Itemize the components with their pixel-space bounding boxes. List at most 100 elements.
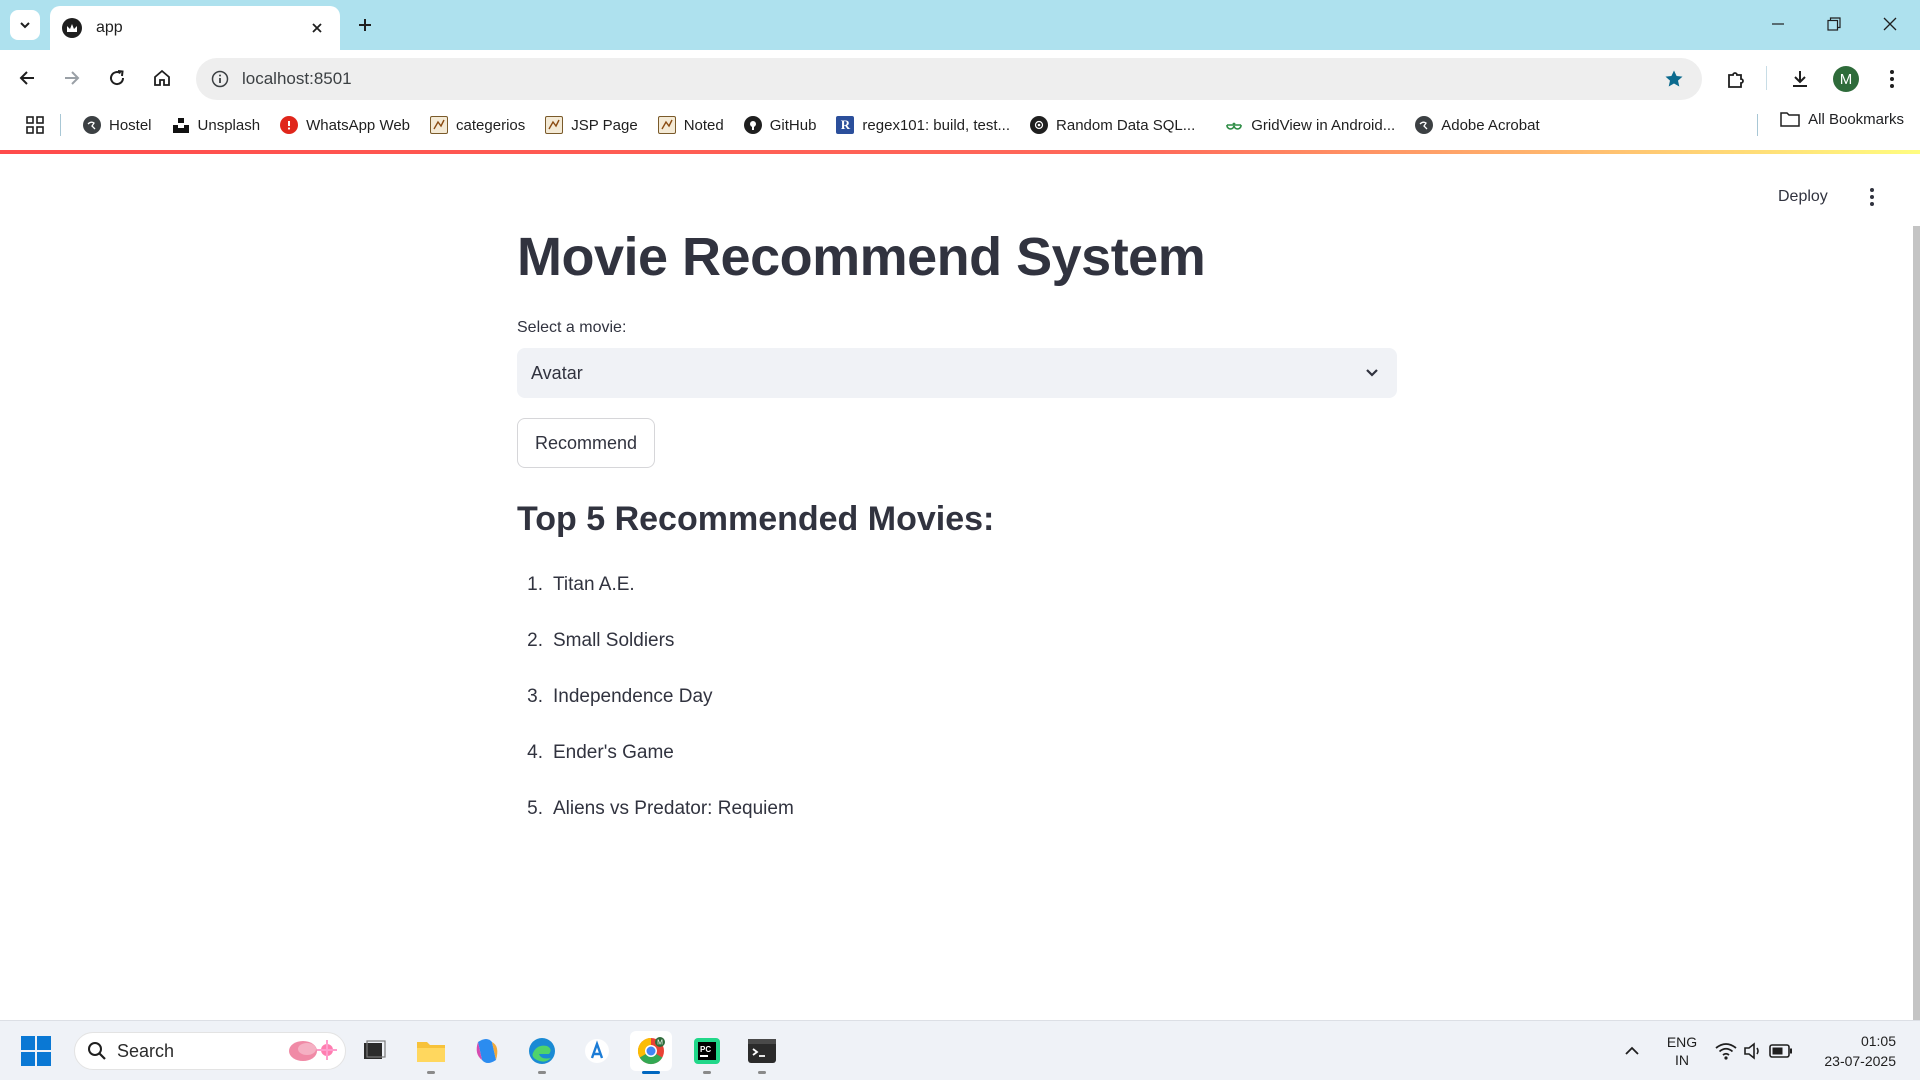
- movie-title: Independence Day: [553, 686, 713, 707]
- site-info-icon[interactable]: [200, 58, 240, 100]
- taskbar-search[interactable]: Search: [74, 1032, 346, 1070]
- avatar: M: [1833, 66, 1859, 92]
- bookmark-label: WhatsApp Web: [306, 116, 411, 134]
- list-item: 3. Independence Day: [517, 669, 1397, 725]
- edge-icon: [529, 1038, 555, 1064]
- search-highlight-icon: [289, 1040, 337, 1061]
- bookmark-categerios[interactable]: categerios: [420, 110, 535, 140]
- bookmark-github[interactable]: GitHub: [734, 110, 827, 140]
- list-item-number: 3.: [527, 686, 543, 707]
- app-menu-button[interactable]: [1860, 182, 1884, 212]
- bookmark-adobe-acrobat[interactable]: Adobe Acrobat: [1405, 110, 1549, 140]
- bookmark-gridview-android[interactable]: GridView in Android...: [1215, 110, 1405, 140]
- taskbar-file-explorer[interactable]: [410, 1031, 452, 1074]
- taskbar-task-view[interactable]: [353, 1031, 395, 1071]
- input-language[interactable]: ENG IN: [1664, 1033, 1700, 1069]
- selected-movie: Avatar: [531, 362, 583, 383]
- taskbar-copilot[interactable]: [466, 1031, 508, 1071]
- recommendation-list: 1. Titan A.E. 2. Small Soldiers 3. Independ…: [517, 557, 1397, 837]
- svg-text:PC: PC: [700, 1045, 711, 1054]
- chevron-down-icon: [20, 22, 30, 29]
- jsp-page-icon: [545, 116, 564, 134]
- app-scrollbar[interactable]: [1913, 226, 1920, 1020]
- task-view-icon: [364, 1040, 386, 1059]
- chrome-icon: M: [637, 1037, 665, 1065]
- list-item: 1. Titan A.E.: [517, 557, 1397, 613]
- apps-grid-icon[interactable]: [20, 110, 50, 140]
- recommend-button[interactable]: Recommend: [517, 418, 655, 468]
- search-placeholder: Search: [117, 1040, 175, 1061]
- bookmarks-bar: Hostel Unsplash WhatsApp Web categerios …: [0, 106, 1920, 144]
- extensions-button[interactable]: [1718, 61, 1754, 97]
- tab-strip: app: [0, 0, 1920, 50]
- taskbar-terminal[interactable]: [741, 1031, 783, 1074]
- movie-title: Aliens vs Predator: Requiem: [553, 798, 794, 819]
- bookmark-noted[interactable]: Noted: [648, 110, 734, 140]
- reload-button[interactable]: [100, 61, 134, 95]
- bookmark-label: Unsplash: [197, 116, 261, 134]
- back-button[interactable]: [10, 61, 44, 95]
- taskbar-edge[interactable]: [521, 1031, 563, 1074]
- pycharm-icon: PC: [694, 1038, 720, 1064]
- chevron-up-icon: [1625, 1046, 1639, 1055]
- app-store-icon: [585, 1039, 609, 1063]
- all-bookmarks-button[interactable]: All Bookmarks: [1780, 110, 1904, 128]
- quick-settings-button[interactable]: [1706, 1031, 1802, 1071]
- wifi-icon: [1715, 1043, 1737, 1060]
- downloads-button[interactable]: [1782, 61, 1818, 97]
- minimize-button[interactable]: [1760, 8, 1796, 40]
- bookmark-random-data-sql[interactable]: Random Data SQL...: [1020, 110, 1205, 140]
- url-text[interactable]: localhost:8501: [242, 69, 1652, 89]
- results-heading: Top 5 Recommended Movies:: [517, 500, 995, 538]
- minimize-icon: [1772, 23, 1784, 25]
- arrow-left-icon: [19, 71, 34, 85]
- deploy-button[interactable]: Deploy: [1770, 184, 1836, 210]
- forward-button[interactable]: [55, 61, 89, 95]
- bookmark-regex101[interactable]: R regex101: build, test...: [826, 110, 1020, 140]
- windows-start-icon[interactable]: [20, 1035, 52, 1067]
- running-indicator: [538, 1071, 546, 1074]
- app-viewport: Deploy Movie Recommend System Select a m…: [0, 154, 1920, 1020]
- home-icon: [154, 69, 170, 86]
- running-indicator: [427, 1071, 435, 1074]
- tab-search-button[interactable]: [10, 10, 40, 40]
- home-button[interactable]: [145, 61, 179, 95]
- movie-select[interactable]: Avatar: [517, 348, 1397, 398]
- jsp-page-icon: [657, 116, 676, 134]
- profile-button[interactable]: M: [1828, 61, 1864, 97]
- restore-button[interactable]: [1816, 8, 1852, 40]
- alert-icon: [280, 116, 299, 134]
- bookmark-label: Random Data SQL...: [1056, 116, 1196, 134]
- plus-icon: [359, 19, 371, 31]
- bookmark-jsp-page[interactable]: JSP Page: [535, 110, 647, 140]
- gfg-icon: [1225, 116, 1243, 134]
- jsp-page-icon: [430, 116, 449, 134]
- taskbar-pycharm[interactable]: PC: [686, 1031, 728, 1074]
- chevron-down-icon: [1361, 362, 1383, 384]
- terminal-icon: [748, 1039, 776, 1063]
- select-label: Select a movie:: [517, 319, 627, 336]
- bookmark-unsplash[interactable]: Unsplash: [162, 110, 271, 140]
- browser-menu-button[interactable]: [1874, 61, 1910, 97]
- taskbar-app-store[interactable]: [576, 1031, 618, 1071]
- unsplash-icon: [172, 116, 190, 134]
- tab-title: app: [96, 19, 123, 36]
- new-tab-button[interactable]: [350, 10, 380, 40]
- bookmark-whatsapp-web[interactable]: WhatsApp Web: [270, 110, 420, 140]
- browser-tab[interactable]: app: [50, 6, 340, 50]
- tab-close-icon[interactable]: [306, 17, 328, 39]
- clock-date: 23-07-2025: [1824, 1053, 1896, 1069]
- running-indicator: [703, 1071, 711, 1074]
- close-window-button[interactable]: [1872, 8, 1908, 40]
- github-icon: [743, 116, 762, 134]
- bookmark-label: Adobe Acrobat: [1441, 116, 1540, 134]
- system-clock[interactable]: 01:05 23-07-2025: [1812, 1031, 1896, 1071]
- address-bar[interactable]: localhost:8501: [196, 58, 1702, 100]
- more-vertical-icon: [1870, 188, 1874, 206]
- bookmark-star-icon[interactable]: [1652, 58, 1696, 100]
- list-item: 5. Aliens vs Predator: Requiem: [517, 781, 1397, 837]
- tray-overflow-button[interactable]: [1611, 1031, 1653, 1071]
- region-code: IN: [1675, 1052, 1689, 1068]
- bookmark-hostel[interactable]: Hostel: [73, 110, 162, 140]
- taskbar-chrome[interactable]: M: [630, 1031, 672, 1074]
